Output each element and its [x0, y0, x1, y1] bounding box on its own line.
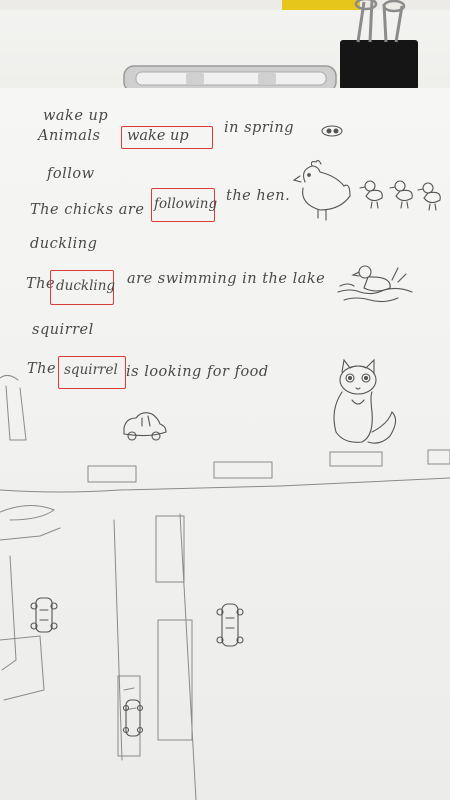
chick-drawing-3	[417, 182, 441, 211]
car-drawing-2	[30, 597, 58, 633]
car-drawing-4	[122, 699, 144, 737]
hen-drawing	[292, 159, 351, 221]
pencil-drawings	[0, 125, 450, 800]
eye-doodle	[321, 125, 343, 137]
car-drawing-3	[216, 603, 244, 647]
photo-scene: wake up Animals wake up in spring follow…	[0, 0, 450, 800]
car-drawing-1	[123, 412, 167, 441]
squirrel-drawing	[333, 358, 397, 444]
chick-drawing-1	[359, 180, 383, 209]
duckling-drawing	[337, 265, 413, 303]
chick-drawing-2	[389, 180, 413, 209]
